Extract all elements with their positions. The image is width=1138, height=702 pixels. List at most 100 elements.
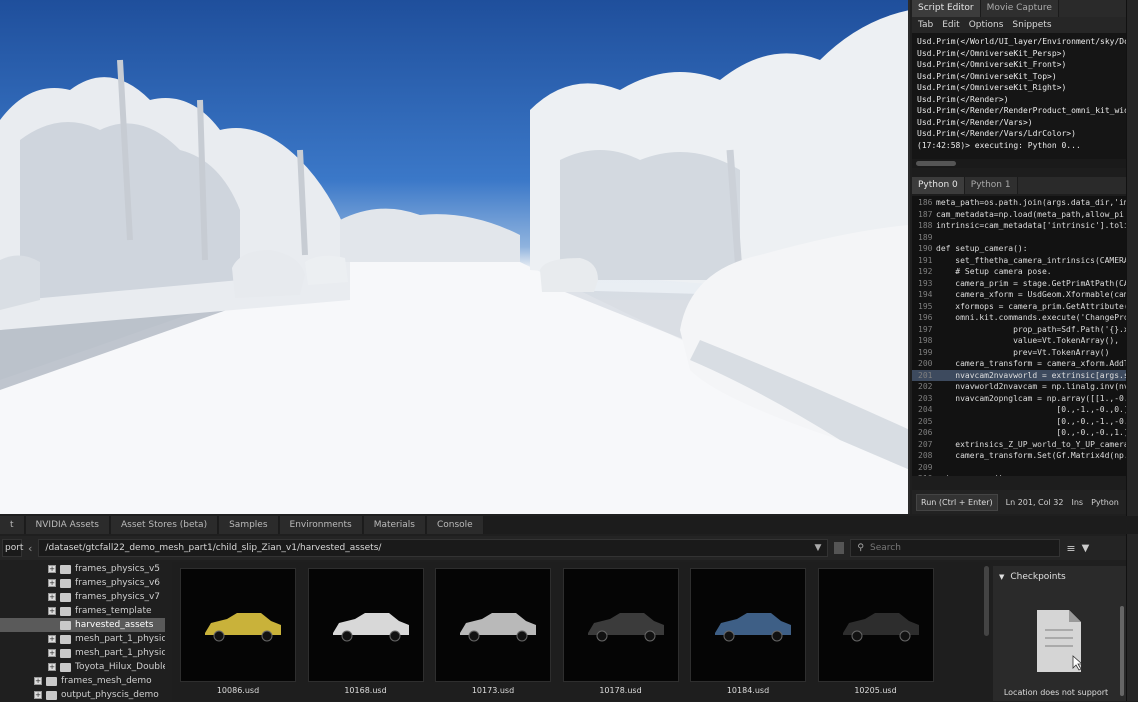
- tab-movie-capture[interactable]: Movie Capture: [980, 0, 1059, 17]
- expand-icon[interactable]: +: [48, 593, 56, 601]
- folder-icon: [60, 634, 71, 644]
- collapse-arrow-icon[interactable]: ▼: [999, 573, 1004, 581]
- asset-card[interactable]: 10173.usd: [435, 568, 551, 701]
- tab-python-0[interactable]: Python 0: [912, 177, 965, 194]
- asset-card[interactable]: 10205.usd: [817, 568, 934, 701]
- tab-samples[interactable]: Samples: [219, 516, 279, 534]
- cursor-position: Ln 201, Col 32: [1005, 497, 1064, 507]
- tree-item[interactable]: + frames_template: [0, 604, 165, 618]
- tree-item[interactable]: + frames_mesh_demo: [0, 674, 165, 688]
- code-line: 191 set_fthetha_camera_intrinsics(CAMERA…: [912, 255, 1126, 267]
- list-view-icon[interactable]: ≡: [1066, 542, 1075, 555]
- tree-item[interactable]: + output_physcis_demo: [0, 688, 165, 702]
- code-text: camera_prim = stage.GetPrimAtPath(CAME: [936, 278, 1126, 288]
- asset-card[interactable]: 10168.usd: [307, 568, 424, 701]
- tree-item-label: frames_physics_v6: [75, 578, 160, 588]
- editor-tabbar: Script Editor Movie Capture: [912, 0, 1126, 17]
- tab-content[interactable]: t: [0, 516, 25, 534]
- code-line: 209: [912, 462, 1126, 474]
- code-text: # Setup camera pose.: [936, 267, 1052, 276]
- expand-icon[interactable]: +: [48, 579, 56, 587]
- expand-icon[interactable]: +: [48, 565, 56, 573]
- menu-edit[interactable]: Edit: [942, 20, 959, 30]
- expand-icon[interactable]: +: [48, 663, 56, 671]
- checkpoints-scrollbar[interactable]: [1120, 606, 1124, 696]
- tree-item[interactable]: + Toyota_Hilux_Double: [0, 660, 165, 674]
- code-line: 199 prev=Vt.TokenArray(): [912, 347, 1126, 359]
- folder-icon: [60, 648, 71, 658]
- code-line: 198 value=Vt.TokenArray(),: [912, 335, 1126, 347]
- line-number: 195: [918, 301, 933, 311]
- code-line: 194 camera_xform = UsdGeom.Xformable(cam: [912, 289, 1126, 301]
- tree-item[interactable]: + mesh_part_1_physics: [0, 632, 165, 646]
- path-text: /dataset/gtcfall22_demo_mesh_part1/child…: [45, 543, 382, 553]
- menu-snippets[interactable]: Snippets: [1012, 20, 1051, 30]
- line-number: 194: [918, 290, 933, 299]
- asset-card[interactable]: 10184.usd: [690, 568, 806, 701]
- path-field[interactable]: /dataset/gtcfall22_demo_mesh_part1/child…: [38, 539, 829, 557]
- tab-console[interactable]: Console: [426, 516, 484, 534]
- log-line: Usd.Prim(</OmniverseKit_Top>): [917, 71, 1057, 81]
- tab-nvidia-assets[interactable]: NVIDIA Assets: [25, 516, 110, 534]
- expand-icon[interactable]: +: [34, 691, 42, 699]
- line-number: 210: [918, 473, 936, 476]
- grid-scrollbar[interactable]: [984, 566, 989, 636]
- dropdown-arrow-icon[interactable]: ▼: [814, 543, 821, 553]
- tab-asset-stores[interactable]: Asset Stores (beta): [110, 516, 219, 534]
- output-log[interactable]: Usd.Prim(</World/UI_layer/Environment/sk…: [912, 33, 1126, 159]
- code-line: 197 prop_path=Sdf.Path('{}.xfor: [912, 324, 1126, 336]
- search-icon: ⚲: [857, 543, 864, 553]
- filter-icon[interactable]: ▼: [1082, 543, 1090, 554]
- tree-item[interactable]: + frames_physics_v7: [0, 590, 165, 604]
- expand-icon[interactable]: +: [48, 607, 56, 615]
- code-text: setup_camera(): [936, 473, 1003, 476]
- tree-item[interactable]: + frames_physics_v5: [0, 562, 165, 576]
- viewport[interactable]: [0, 0, 910, 514]
- car-icon: [842, 613, 919, 642]
- expand-icon[interactable]: +: [48, 649, 56, 657]
- script-editor-panel: Script Editor Movie Capture Tab Edit Opt…: [912, 0, 1126, 514]
- code-line: 189: [912, 232, 1126, 244]
- tab-materials[interactable]: Materials: [363, 516, 426, 534]
- line-number: 192: [918, 267, 933, 276]
- asset-filename: 10168.usd: [344, 686, 387, 695]
- editor-menubar: Tab Edit Options Snippets: [912, 17, 1126, 33]
- tab-environments[interactable]: Environments: [279, 516, 363, 534]
- asset-thumbnail: [817, 568, 934, 682]
- tab-python-1[interactable]: Python 1: [964, 177, 1018, 194]
- language-label: Python: [1091, 497, 1119, 507]
- line-number: 190: [918, 244, 933, 253]
- asset-filename: 10184.usd: [726, 686, 770, 695]
- tree-item-label: frames_mesh_demo: [61, 676, 152, 686]
- code-line: 204 [0.,-1.,-0.,0.],: [912, 404, 1126, 416]
- search-input[interactable]: ⚲ Search: [850, 539, 1061, 557]
- code-editor[interactable]: 186 meta_path=os.path.join(args.data_dir,…: [912, 196, 1126, 476]
- tree-item[interactable]: harvested_assets: [0, 618, 165, 632]
- path-bar: port ‹ /dataset/gtcfall22_demo_mesh_part…: [0, 536, 1126, 560]
- import-button[interactable]: port: [2, 539, 23, 557]
- code-text: meta_path=os.path.join(args.data_dir,'im…: [936, 198, 1126, 207]
- menu-options[interactable]: Options: [969, 20, 1004, 30]
- back-arrow-icon[interactable]: ‹: [28, 542, 32, 555]
- expand-icon[interactable]: +: [34, 677, 42, 685]
- asset-card[interactable]: 10178.usd: [562, 568, 679, 701]
- log-line: Usd.Prim(</World/UI_layer/Environment/sk…: [917, 37, 1126, 46]
- line-number: 209: [918, 462, 933, 472]
- code-line: 193 camera_prim = stage.GetPrimAtPath(CA…: [912, 278, 1126, 290]
- line-number: 193: [918, 278, 933, 288]
- menu-tab[interactable]: Tab: [918, 20, 933, 30]
- code-text: camera_transform = camera_xform.AddTra: [936, 359, 1126, 368]
- tree-item[interactable]: + mesh_part_1_physics_: [0, 646, 165, 660]
- expand-icon[interactable]: +: [48, 635, 56, 643]
- code-text: nvavworld2nvavcam = np.linalg.inv(nvavca: [955, 382, 1126, 391]
- tab-script-editor[interactable]: Script Editor: [912, 0, 981, 17]
- run-bar: Run (Ctrl + Enter) Ln 201, Col 32 Ins Py…: [912, 490, 1126, 514]
- asset-card[interactable]: 10086.usd: [180, 568, 296, 701]
- code-text: set_fthetha_camera_intrinsics(CAMERA_PRI…: [955, 255, 1126, 265]
- car-icon: [332, 613, 409, 642]
- bookmark-icon[interactable]: [834, 542, 845, 554]
- tree-item[interactable]: + frames_physics_v6: [0, 576, 165, 590]
- output-scrollbar[interactable]: [912, 159, 1126, 168]
- run-button[interactable]: Run (Ctrl + Enter): [916, 493, 998, 511]
- code-line: 200 camera_transform = camera_xform.AddT…: [912, 358, 1126, 370]
